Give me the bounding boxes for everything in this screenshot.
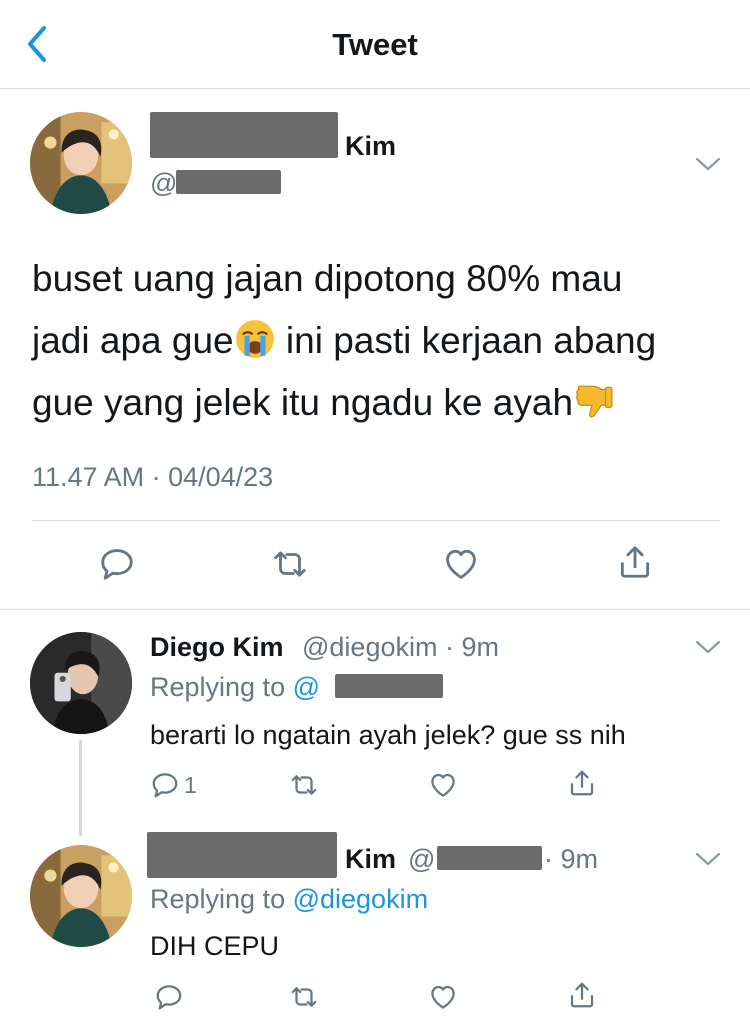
tweet-text: DIH CEPU [150, 931, 280, 961]
reply-count: 1 [184, 771, 197, 798]
replying-label: Replying to [150, 672, 293, 702]
author-handle: @ [150, 168, 178, 198]
section-divider [0, 609, 750, 610]
replying-to-link[interactable]: @diegokim [293, 884, 428, 914]
like-button[interactable] [441, 545, 481, 583]
tweet-text-fragment: gue yang jelek itu ngadu ke ayah [32, 382, 574, 423]
like-icon [441, 545, 481, 583]
reply-icon [154, 982, 184, 1012]
page-title: Tweet [332, 27, 418, 62]
tweet-text: berarti lo ngatain ayah jelek? gue ss ni… [150, 720, 626, 750]
like-icon [427, 770, 459, 800]
tweet-text-line: jadi apa gue ini pasti kerjaan abang [32, 310, 722, 372]
like-button[interactable] [427, 770, 459, 800]
avatar[interactable] [30, 632, 132, 734]
reply-time: · 9m [544, 844, 598, 874]
share-icon [567, 980, 597, 1010]
retweet-icon [288, 982, 320, 1012]
redacted-handle [437, 846, 542, 870]
reply-icon [150, 770, 180, 800]
replying-to: Replying to @diegokim [150, 884, 428, 915]
share-button[interactable] [616, 543, 654, 581]
author-name: Kim [345, 131, 397, 161]
replying-to-link[interactable]: @ [293, 672, 320, 702]
avatar[interactable] [30, 112, 132, 214]
tweet-text-line: gue yang jelek itu ngadu ke ayah [32, 372, 722, 434]
thumbs-down-emoji [576, 385, 613, 418]
handle-text: @diegokim [302, 632, 438, 662]
like-button[interactable] [427, 982, 459, 1012]
share-button[interactable] [567, 980, 597, 1010]
replying-to: Replying to @ [150, 672, 320, 703]
author-handle-prefix: @ [408, 844, 436, 874]
tweet-text-fragment: ini pasti kerjaan abang [275, 320, 657, 361]
navigation-bar: Tweet [0, 0, 750, 89]
replying-label: Replying to [150, 884, 293, 914]
retweet-button[interactable] [288, 982, 320, 1012]
redacted-handle [176, 170, 281, 194]
chevron-down-icon[interactable] [694, 850, 722, 868]
chevron-down-icon[interactable] [694, 638, 722, 656]
author-handle: @diegokim · 9m [302, 632, 499, 663]
divider [32, 520, 720, 521]
reply-button[interactable] [98, 545, 136, 583]
share-icon [567, 768, 597, 798]
redacted-name [147, 832, 337, 878]
tweet-time: 11.47 AM [32, 462, 145, 492]
chevron-down-icon[interactable] [694, 155, 722, 173]
tweet-text: buset uang jajan dipotong 80% mau jadi a… [32, 248, 722, 434]
retweet-button[interactable] [288, 770, 320, 800]
timestamp-separator: · [144, 462, 169, 492]
redacted-name [150, 112, 338, 158]
reply-button[interactable]: 1 [150, 770, 197, 800]
retweet-button[interactable] [270, 545, 310, 583]
tweet-text-line: buset uang jajan dipotong 80% mau [32, 258, 623, 299]
retweet-icon [288, 770, 320, 800]
loudly-crying-emoji [235, 320, 274, 358]
reply-time: · 9m [444, 632, 499, 662]
reply-icon [98, 545, 136, 583]
avatar[interactable] [30, 845, 132, 947]
tweet-timestamp[interactable]: 11.47 AM · 04/04/23 [32, 462, 273, 493]
tweet-date: 04/04/23 [168, 462, 274, 492]
reply-button[interactable] [154, 982, 184, 1012]
author-name: Kim [345, 844, 397, 874]
tweet-text-fragment: jadi apa gue [32, 320, 234, 361]
author-name: Diego Kim [150, 632, 284, 662]
like-icon [427, 982, 459, 1012]
share-button[interactable] [567, 768, 597, 798]
retweet-icon [270, 545, 310, 583]
share-icon [616, 543, 654, 581]
redacted-handle [335, 674, 443, 698]
thread-connector [79, 740, 82, 836]
